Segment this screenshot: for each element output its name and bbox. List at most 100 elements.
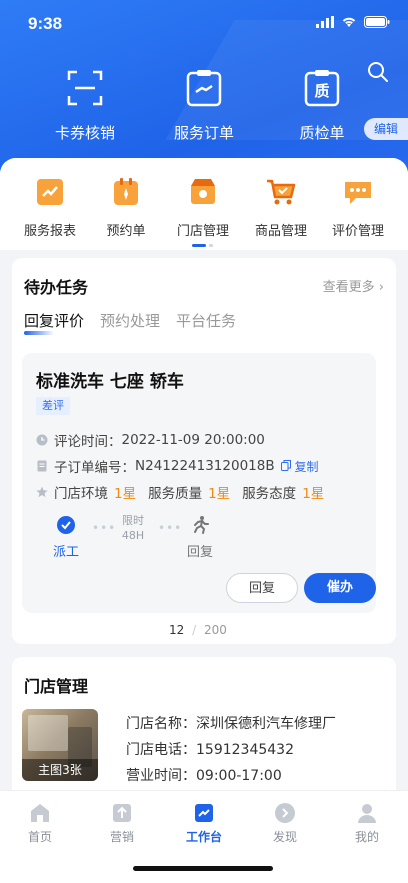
comment-time-value: 2022-11-09 20:00:00: [121, 432, 265, 448]
home-icon: [31, 804, 49, 822]
tab-label: 发现: [272, 830, 297, 844]
tab-reply-review[interactable]: 回复评价: [24, 310, 84, 335]
tab-label: 首页: [27, 830, 52, 844]
tab-label: 我的: [354, 830, 379, 844]
store-photo-window: [28, 715, 68, 751]
marketing-icon: [113, 804, 131, 822]
quick-menu: 服务报表 预约单 门店管理 商品管理 评价管理: [0, 158, 408, 250]
time-limit-label: 限时: [122, 514, 144, 527]
chevron-right-icon: ›: [378, 280, 384, 295]
step-reply-label: 回复: [186, 545, 213, 560]
document-icon: [37, 460, 47, 472]
step-dispatch-label: 派工: [52, 545, 79, 560]
status-icons: [316, 16, 390, 28]
env-rating-value: 1星: [114, 486, 137, 502]
top-action-label: 卡券核销: [54, 124, 115, 142]
comment-time-label: 评论时间：: [54, 434, 122, 450]
quick-item-store-manage[interactable]: 门店管理: [163, 176, 243, 239]
star-icon: [36, 486, 48, 498]
scan-icon: [67, 70, 103, 106]
store-photo[interactable]: 主图3张: [22, 709, 98, 781]
store-name-label: 门店名称：: [126, 716, 196, 732]
step-time-limit: 限时 48H: [118, 513, 148, 543]
todo-title: 待办任务: [24, 278, 89, 297]
top-action-label: 质检单: [299, 124, 345, 142]
attitude-rating-label: 服务态度: [242, 486, 297, 502]
tab-workbench[interactable]: 工作台: [174, 801, 234, 845]
edit-button[interactable]: 编辑: [364, 118, 408, 140]
quick-item-comment-manage[interactable]: 评价管理: [318, 176, 398, 239]
page-current: 12: [169, 623, 185, 637]
comment-time-row: 评论时间： 2022-11-09 20:00:00: [36, 430, 265, 450]
tab-booking-process[interactable]: 预约处理: [100, 310, 160, 331]
attitude-rating-value: 1星: [302, 486, 325, 502]
top-action-label: 服务订单: [173, 124, 234, 142]
quick-item-goods-manage[interactable]: 商品管理: [241, 176, 321, 239]
store-hours-row: 营业时间：09:00-17:00: [126, 763, 336, 789]
tab-label: 营销: [109, 830, 134, 844]
tab-profile[interactable]: 我的: [337, 801, 397, 845]
urge-button[interactable]: 催办: [304, 573, 376, 603]
store-hours-value: 09:00-17:00: [196, 768, 282, 784]
quick-item-label: 预约单: [106, 224, 146, 239]
home-indicator: [133, 866, 273, 871]
store-title: 门店管理: [24, 677, 89, 696]
page-dot: [209, 244, 213, 247]
tab-discover[interactable]: 发现: [255, 801, 315, 845]
task-title: 标准洗车 七座 轿车: [36, 372, 184, 392]
store-phone-label: 门店电话：: [126, 742, 196, 758]
view-more-link[interactable]: 查看更多 ›: [323, 276, 384, 295]
profile-icon: [358, 804, 376, 823]
task-progress: 派工 ••• 限时 48H ••• 回复: [22, 513, 376, 563]
report-icon: [37, 179, 63, 205]
env-rating-label: 门店环境: [54, 486, 108, 502]
quick-item-service-report[interactable]: 服务报表: [10, 176, 90, 239]
rating-row: 门店环境 1星 服务质量 1星 服务态度 1星: [36, 482, 324, 502]
booking-icon: [114, 178, 138, 205]
step-connector: •••: [92, 521, 117, 535]
top-action-coupon-verify[interactable]: 卡券核销: [30, 68, 140, 143]
step-reply: 回复: [180, 515, 220, 560]
sub-order-row: 子订单编号： N24122413120018B 复制: [36, 456, 318, 476]
quick-item-booking[interactable]: 预约单: [86, 176, 166, 239]
store-phone-row: 门店电话：15912345432: [126, 737, 336, 763]
tab-platform-task[interactable]: 平台任务: [176, 310, 236, 331]
copy-button[interactable]: 复制: [280, 458, 319, 475]
quality-icon: 质: [304, 70, 340, 107]
sub-order-value: N24122413120018B: [135, 458, 275, 474]
reply-button[interactable]: 回复: [226, 573, 298, 603]
copy-icon: [280, 459, 291, 471]
store-card: 门店管理 主图3张 门店名称：深圳保德利汽车修理厂 门店电话：159123454…: [12, 657, 396, 807]
top-actions: 卡券核销 服务订单 质 质检单: [0, 68, 408, 148]
page-indicator: [192, 244, 213, 247]
step-dispatch: 派工: [46, 515, 86, 560]
copy-label: 复制: [294, 459, 319, 474]
todo-card: 待办任务 查看更多 › 回复评价 预约处理 平台任务 标准洗车 七座 轿车 差评…: [12, 258, 396, 644]
quality-icon-glyph: 质: [314, 82, 329, 100]
signal-icon: [316, 16, 334, 28]
clock-icon: [36, 434, 48, 446]
todo-tabs: 回复评价 预约处理 平台任务: [24, 310, 236, 335]
store-name-row: 门店名称：深圳保德利汽车修理厂: [126, 711, 336, 737]
tab-label: 工作台: [185, 830, 222, 844]
store-icon: [191, 179, 215, 204]
running-person-icon: [194, 516, 209, 534]
quick-item-label: 门店管理: [176, 224, 229, 239]
battery-icon: [364, 16, 390, 28]
tab-marketing[interactable]: 营销: [92, 801, 152, 845]
sub-order-label: 子订单编号：: [54, 460, 135, 476]
task-item[interactable]: 标准洗车 七座 轿车 差评 评论时间： 2022-11-09 20:00:00 子…: [22, 353, 376, 613]
page-total: 200: [204, 623, 227, 637]
comment-icon: [345, 182, 371, 204]
tab-home[interactable]: 首页: [10, 801, 70, 845]
workbench-icon: [195, 804, 213, 822]
top-action-quality-check[interactable]: 质 质检单: [267, 68, 377, 143]
store-info: 门店名称：深圳保德利汽车修理厂 门店电话：15912345432 营业时间：09…: [126, 711, 336, 789]
store-phone-value: 15912345432: [196, 742, 294, 758]
quality-rating-value: 1星: [208, 486, 231, 502]
top-action-service-order[interactable]: 服务订单: [149, 68, 259, 143]
quality-rating-label: 服务质量: [148, 486, 203, 502]
store-name-value: 深圳保德利汽车修理厂: [196, 716, 336, 732]
status-time: 9:38: [28, 14, 63, 33]
page-dot-active: [192, 244, 206, 247]
